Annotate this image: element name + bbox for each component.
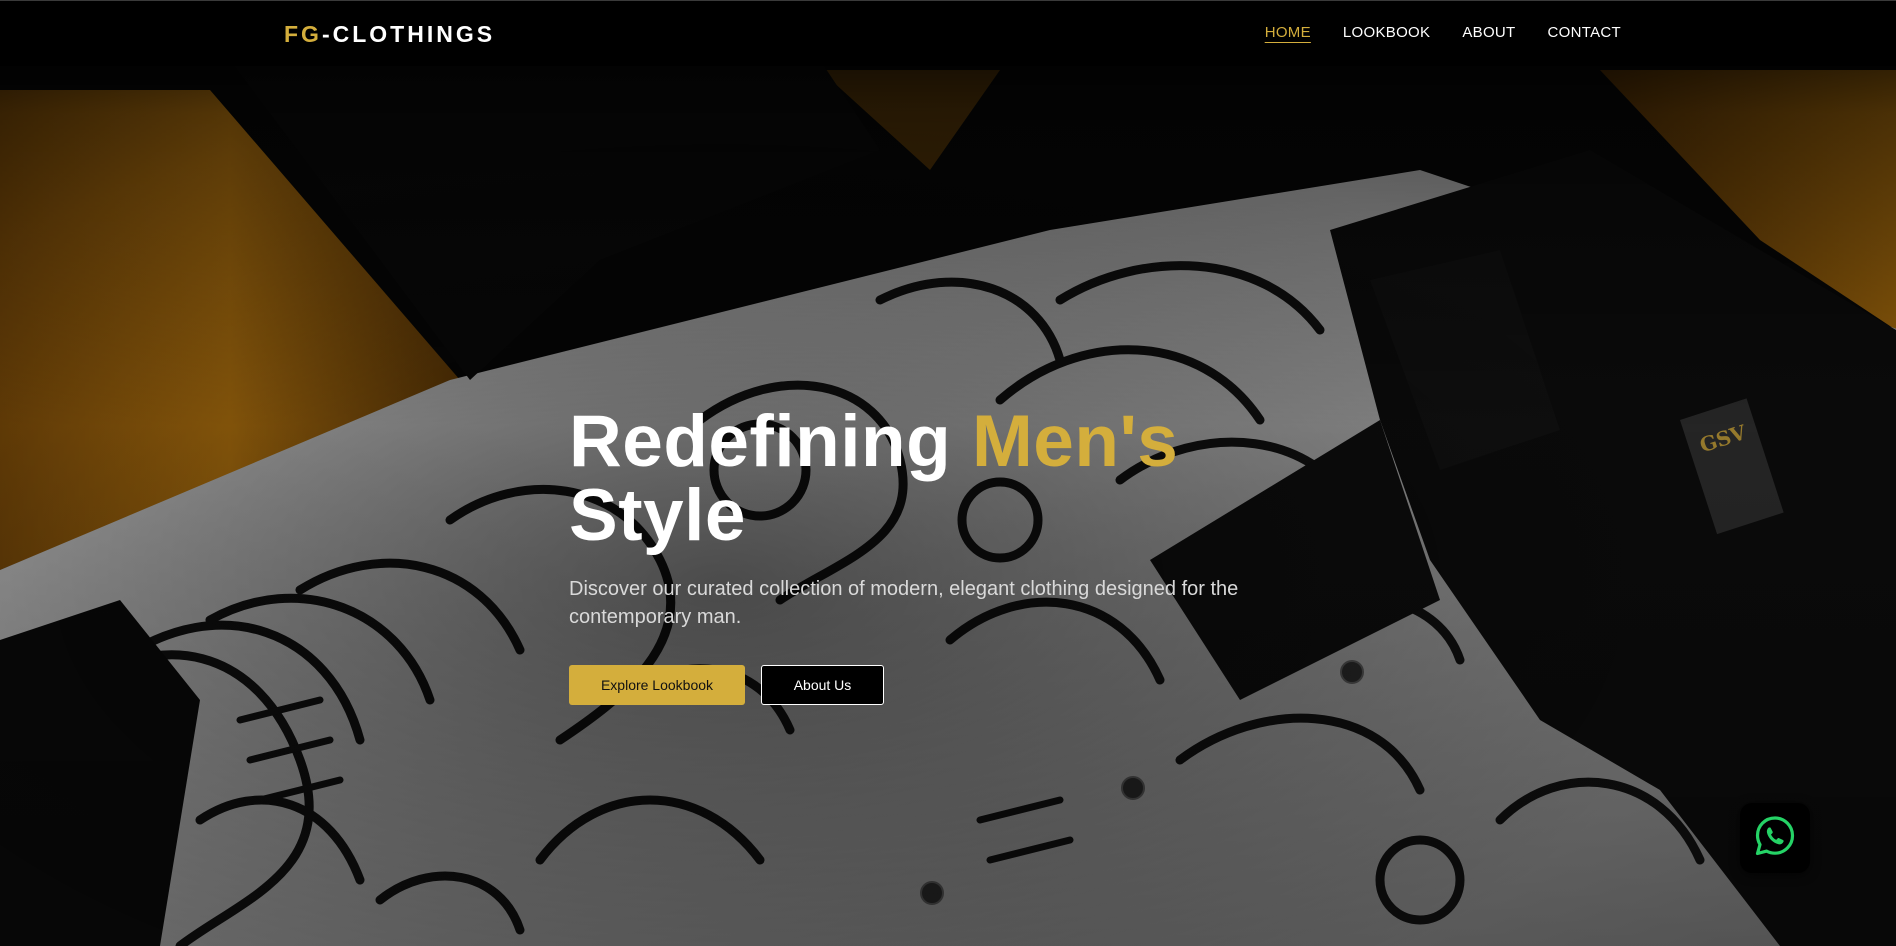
nav-item-about: ABOUT xyxy=(1462,24,1515,42)
hero-title: Redefining Men's Style xyxy=(569,405,1269,553)
nav-link-about[interactable]: ABOUT xyxy=(1462,24,1515,41)
whatsapp-icon xyxy=(1753,814,1797,863)
brand-logo-prefix: FG xyxy=(284,21,322,47)
hero-title-part2: Style xyxy=(569,475,746,556)
hero-title-highlight: Men's xyxy=(971,401,1179,482)
explore-lookbook-button[interactable]: Explore Lookbook xyxy=(569,665,745,705)
hero-buttons: Explore Lookbook About Us xyxy=(569,665,1269,705)
nav-menu: HOME LOOKBOOK ABOUT CONTACT xyxy=(1265,24,1621,42)
hero-subtitle: Discover our curated collection of moder… xyxy=(569,578,1239,628)
nav-link-lookbook[interactable]: LOOKBOOK xyxy=(1343,24,1430,41)
hero-content: Redefining Men's Style Discover our cura… xyxy=(569,405,1269,705)
nav-item-contact: CONTACT xyxy=(1548,24,1621,42)
navbar: FG-CLOTHINGS HOME LOOKBOOK ABOUT CONTACT xyxy=(0,0,1896,66)
page: GSV FG-CLOTHINGS HOME LOOKBOOK ABOUT CON… xyxy=(0,0,1896,946)
about-us-button[interactable]: About Us xyxy=(761,665,884,705)
whatsapp-button[interactable] xyxy=(1740,803,1810,873)
nav-link-contact[interactable]: CONTACT xyxy=(1548,24,1621,41)
brand-logo[interactable]: FG-CLOTHINGS xyxy=(284,21,495,48)
nav-item-home: HOME xyxy=(1265,24,1311,42)
hero-title-part1: Redefining xyxy=(569,401,972,482)
nav-item-lookbook: LOOKBOOK xyxy=(1343,24,1430,42)
brand-logo-suffix: -CLOTHINGS xyxy=(321,21,496,47)
nav-link-home[interactable]: HOME xyxy=(1265,24,1311,41)
